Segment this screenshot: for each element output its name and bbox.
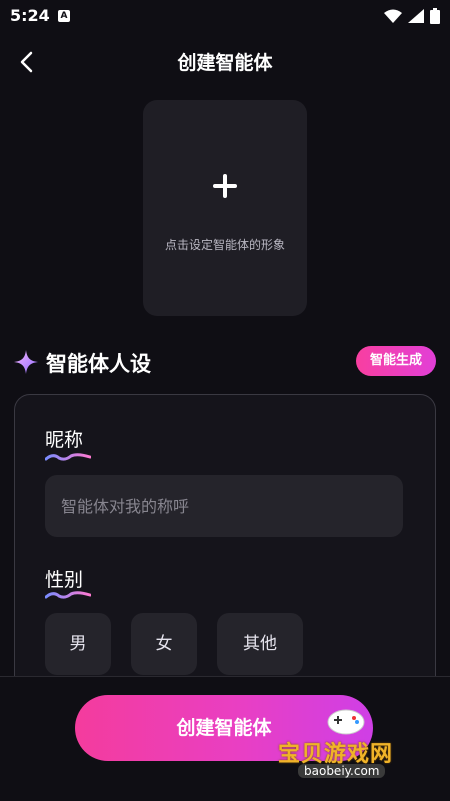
signal-icon [408,9,424,23]
status-icons [384,8,440,24]
status-time: 5:24 [10,6,50,25]
persona-section-header: 智能体人设 智能生成 [14,344,436,380]
battery-icon [430,8,440,24]
persona-form: 昵称 性别 男 女 其他 [14,394,436,696]
status-bar: 5:24 A [0,0,450,32]
nickname-label: 昵称 [45,429,84,451]
gender-option-female[interactable]: 女 [131,613,197,675]
ai-generate-button[interactable]: 智能生成 [356,346,436,376]
header: 创建智能体 [0,40,450,84]
watermark-logo: 宝贝游戏网 baobeiy.com [278,700,438,790]
gender-option-male[interactable]: 男 [45,613,111,675]
sparkle-icon [14,350,38,374]
gender-option-other[interactable]: 其他 [217,613,303,675]
nickname-input[interactable] [45,475,403,537]
notification-icon: A [58,10,70,22]
gender-label: 性别 [45,569,84,591]
section-title: 智能体人设 [46,352,151,376]
label-underline-decoration [45,453,91,461]
gamepad-icon [327,709,365,735]
watermark-url: baobeiy.com [298,764,386,778]
avatar-picker[interactable]: 点击设定智能体的形象 [143,100,307,316]
gender-options: 男 女 其他 [45,613,303,675]
page-title: 创建智能体 [177,52,273,74]
label-underline-decoration [45,591,91,599]
wifi-icon [384,9,402,23]
plus-icon [213,174,237,198]
avatar-hint: 点击设定智能体的形象 [164,238,285,252]
